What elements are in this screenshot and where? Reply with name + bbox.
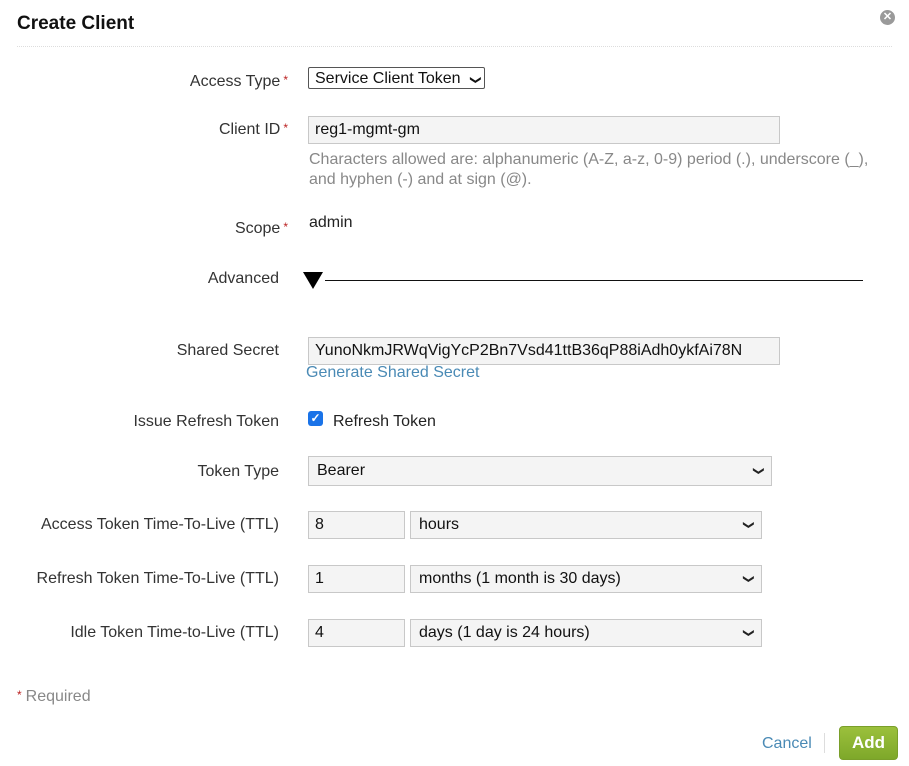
- footer-separator: [824, 733, 825, 753]
- idle-ttl-unit-select[interactable]: days (1 day is 24 hours) ❯: [410, 619, 762, 647]
- cancel-button[interactable]: Cancel: [762, 735, 812, 753]
- access-ttl-unit-value: hours: [419, 516, 460, 533]
- refresh-ttl-input[interactable]: 1: [308, 565, 405, 593]
- generate-shared-secret-link[interactable]: Generate Shared Secret: [306, 364, 479, 382]
- close-icon[interactable]: ✕: [880, 10, 895, 25]
- access-type-value: Service Client Token: [315, 70, 461, 87]
- chevron-down-icon: ❯: [469, 75, 482, 85]
- title-divider: [17, 46, 892, 47]
- client-id-help-text: Characters allowed are: alphanumeric (A-…: [309, 151, 869, 188]
- required-note-text: Required: [25, 688, 91, 705]
- chevron-down-icon: ❯: [742, 574, 755, 584]
- add-button[interactable]: Add: [839, 726, 898, 760]
- idle-ttl-unit-value: days (1 day is 24 hours): [419, 624, 590, 641]
- required-mark: *: [283, 73, 288, 87]
- refresh-ttl-label: Refresh Token Time-To-Live (TTL): [36, 570, 279, 587]
- client-id-label: Client ID *: [150, 121, 288, 139]
- token-type-value: Bearer: [317, 462, 366, 479]
- checkmark-icon: ✓: [310, 411, 321, 425]
- token-type-select[interactable]: Bearer ❯: [308, 456, 772, 486]
- scope-value: admin: [309, 214, 353, 231]
- required-mark: *: [17, 688, 22, 702]
- refresh-token-checkbox[interactable]: ✓: [308, 411, 323, 426]
- required-mark: *: [283, 121, 288, 135]
- client-id-input[interactable]: reg1-mgmt-gm: [308, 116, 780, 144]
- dialog-title: Create Client: [17, 13, 135, 34]
- access-type-select[interactable]: Service Client Token ❯: [308, 67, 486, 89]
- triangle-down-icon[interactable]: [303, 272, 323, 289]
- scope-label-text: Scope: [234, 220, 281, 237]
- required-mark: *: [283, 220, 288, 234]
- issue-refresh-token-label: Issue Refresh Token: [133, 413, 279, 430]
- chevron-down-icon: ❯: [742, 628, 755, 638]
- scope-label: Scope *: [150, 220, 288, 238]
- chevron-down-icon: ❯: [752, 466, 765, 476]
- required-note: * Required: [17, 688, 91, 706]
- refresh-ttl-unit-select[interactable]: months (1 month is 30 days) ❯: [410, 565, 762, 593]
- access-type-label: Access Type *: [150, 73, 288, 91]
- token-type-label: Token Type: [197, 463, 279, 480]
- advanced-divider: [325, 280, 863, 281]
- access-ttl-label: Access Token Time-To-Live (TTL): [41, 516, 279, 533]
- access-ttl-unit-select[interactable]: hours ❯: [410, 511, 762, 539]
- refresh-ttl-unit-value: months (1 month is 30 days): [419, 570, 621, 587]
- idle-ttl-label: Idle Token Time-to-Live (TTL): [70, 624, 279, 641]
- client-id-label-text: Client ID: [218, 121, 281, 138]
- shared-secret-label: Shared Secret: [176, 342, 279, 359]
- refresh-token-checkbox-label[interactable]: Refresh Token: [333, 413, 436, 431]
- access-ttl-input[interactable]: 8: [308, 511, 405, 539]
- shared-secret-input[interactable]: YunoNkmJRWqVigYcP2Bn7Vsd41ttB36qP88iAdh0…: [308, 337, 780, 365]
- chevron-down-icon: ❯: [742, 520, 755, 530]
- access-type-label-text: Access Type: [189, 73, 281, 90]
- idle-ttl-input[interactable]: 4: [308, 619, 405, 647]
- advanced-label: Advanced: [207, 270, 279, 287]
